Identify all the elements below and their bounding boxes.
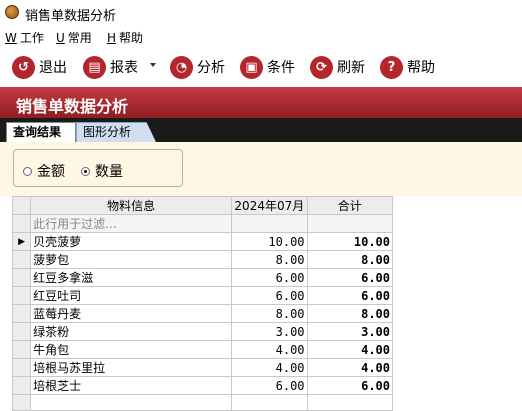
quantity-radio[interactable]: 数量: [81, 161, 123, 181]
cell-material[interactable]: 红豆多拿滋: [30, 268, 233, 287]
report-dropdown-icon[interactable]: [150, 63, 156, 67]
filter-cell[interactable]: [231, 214, 308, 233]
current-row-arrow-icon: ▶: [11, 232, 32, 251]
menu-bar: W 工作 U 常用 H 帮助: [0, 27, 522, 47]
table-row[interactable]: 培根芝士 6.00 6.00: [11, 376, 394, 395]
cell-material[interactable]: 红豆吐司: [30, 286, 233, 305]
exit-button[interactable]: ↺ 退出: [12, 53, 67, 81]
row-indicator: [11, 340, 32, 359]
title-bar: 销售单数据分析: [0, 0, 522, 25]
menu-common[interactable]: U 常用: [56, 29, 92, 46]
empty-cell: [11, 394, 32, 411]
window-title: 销售单数据分析: [25, 9, 117, 24]
row-indicator: [11, 286, 32, 305]
cell-material[interactable]: 绿茶粉: [30, 322, 233, 341]
cell-material[interactable]: 菠萝包: [30, 250, 233, 269]
toolbar: ↺ 退出 ▤ 报表 ◔ 分析 ▣ 条件 ⟳ 刷新 ? 帮助: [0, 50, 522, 84]
cell-total[interactable]: 6.00: [306, 268, 394, 287]
refresh-button[interactable]: ⟳ 刷新: [310, 53, 365, 81]
table-row[interactable]: 绿茶粉 3.00 3.00: [11, 322, 394, 341]
empty-cell: [231, 394, 308, 411]
condition-button[interactable]: ▣ 条件: [240, 53, 295, 81]
cell-month[interactable]: 4.00: [231, 340, 308, 359]
report-button[interactable]: ▤ 报表: [83, 53, 138, 81]
tab-strip: 查询结果 图形分析: [0, 118, 522, 142]
cell-month[interactable]: 8.00: [231, 304, 308, 323]
header-row: 物料信息 2024年07月 合计: [11, 196, 394, 215]
help-button[interactable]: ? 帮助: [380, 53, 435, 81]
filter-cell[interactable]: [306, 214, 394, 233]
cell-month[interactable]: 4.00: [231, 358, 308, 377]
row-indicator: [11, 322, 32, 341]
page-title: 销售单数据分析: [16, 97, 129, 116]
cell-material[interactable]: 培根芝士: [30, 376, 233, 395]
menu-help[interactable]: H 帮助: [107, 29, 143, 46]
cell-total[interactable]: 8.00: [306, 250, 394, 269]
cell-material[interactable]: 贝壳菠萝: [30, 232, 233, 251]
tab-chart[interactable]: 图形分析: [76, 122, 156, 142]
row-indicator: [11, 358, 32, 377]
empty-cell: [306, 394, 394, 411]
amount-radio[interactable]: 金额: [23, 161, 65, 181]
empty-row: [11, 394, 394, 411]
cell-material[interactable]: 培根马苏里拉: [30, 358, 233, 377]
menu-work[interactable]: W 工作: [5, 29, 44, 46]
row-indicator: [11, 250, 32, 269]
table-row[interactable]: 红豆吐司 6.00 6.00: [11, 286, 394, 305]
refresh-icon: ⟳: [310, 55, 333, 79]
radio-checked-icon: [81, 166, 90, 176]
col-header-total[interactable]: 合计: [306, 196, 394, 215]
data-grid-area: 物料信息 2024年07月 合计 此行用于过滤... ▶ 贝壳菠萝 10.00 10.…: [0, 196, 522, 411]
cell-total[interactable]: 4.00: [306, 340, 394, 359]
cell-total[interactable]: 6.00: [306, 286, 394, 305]
cell-month[interactable]: 6.00: [231, 268, 308, 287]
row-indicator: [11, 214, 32, 233]
filter-cell[interactable]: 此行用于过滤...: [30, 214, 233, 233]
pie-chart-icon: ◔: [170, 55, 193, 79]
table-row[interactable]: 菠萝包 8.00 8.00: [11, 250, 394, 269]
row-indicator: [11, 304, 32, 323]
row-indicator: [11, 268, 32, 287]
corner-cell: [11, 196, 32, 215]
cell-month[interactable]: 6.00: [231, 376, 308, 395]
table-row[interactable]: ▶ 贝壳菠萝 10.00 10.00: [11, 232, 394, 251]
app-icon: [5, 5, 19, 19]
table-row[interactable]: 红豆多拿滋 6.00 6.00: [11, 268, 394, 287]
empty-cell: [30, 394, 233, 411]
tab-results[interactable]: 查询结果: [6, 122, 76, 142]
cell-total[interactable]: 4.00: [306, 358, 394, 377]
cell-month[interactable]: 8.00: [231, 250, 308, 269]
col-header-material[interactable]: 物料信息: [30, 196, 233, 215]
printer-icon: ▤: [83, 55, 106, 79]
page-banner: 销售单数据分析: [0, 87, 522, 118]
cell-total[interactable]: 6.00: [306, 376, 394, 395]
data-grid: 物料信息 2024年07月 合计 此行用于过滤... ▶ 贝壳菠萝 10.00 10.…: [11, 196, 394, 411]
table-row[interactable]: 牛角包 4.00 4.00: [11, 340, 394, 359]
table-row[interactable]: 蓝莓丹麦 8.00 8.00: [11, 304, 394, 323]
cell-material[interactable]: 牛角包: [30, 340, 233, 359]
col-header-month[interactable]: 2024年07月: [231, 196, 308, 215]
cell-total[interactable]: 3.00: [306, 322, 394, 341]
cell-month[interactable]: 3.00: [231, 322, 308, 341]
analyze-button[interactable]: ◔ 分析: [170, 53, 225, 81]
cell-month[interactable]: 10.00: [231, 232, 308, 251]
exit-icon: ↺: [12, 55, 35, 79]
filter-panel: 金额 数量: [0, 142, 522, 196]
cell-month[interactable]: 6.00: [231, 286, 308, 305]
measure-radio-group: 金额 数量: [13, 149, 183, 187]
filter-row[interactable]: 此行用于过滤...: [11, 214, 394, 233]
help-icon: ?: [380, 55, 403, 79]
cell-material[interactable]: 蓝莓丹麦: [30, 304, 233, 323]
cell-total[interactable]: 8.00: [306, 304, 394, 323]
cell-total[interactable]: 10.00: [306, 232, 394, 251]
row-indicator: [11, 376, 32, 395]
condition-icon: ▣: [240, 55, 263, 79]
radio-unchecked-icon: [23, 166, 32, 176]
table-row[interactable]: 培根马苏里拉 4.00 4.00: [11, 358, 394, 377]
